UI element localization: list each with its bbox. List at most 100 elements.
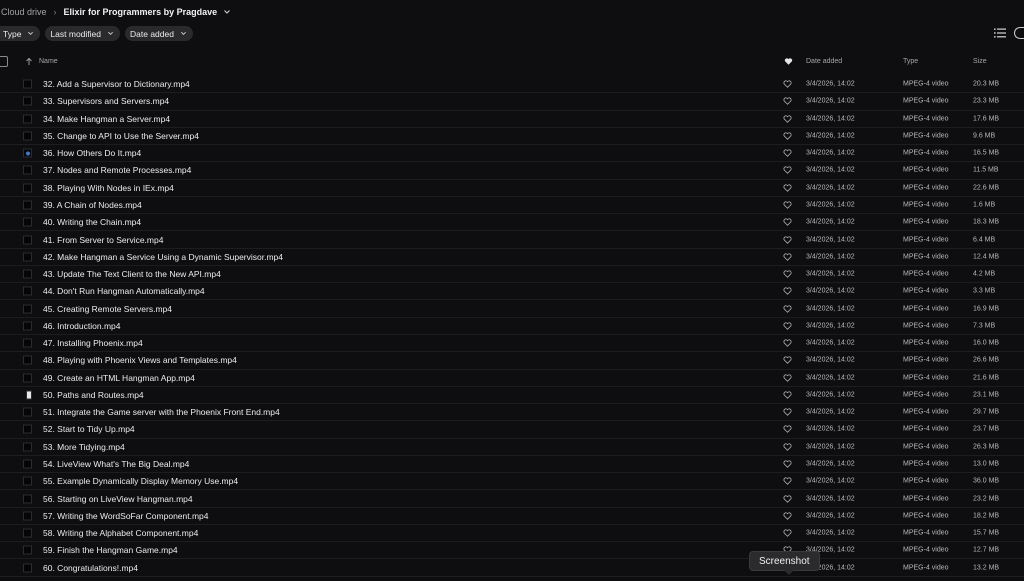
heart-outline-icon[interactable] [783,425,792,434]
table-row[interactable]: 50. Paths and Routes.mp4 3/4/2026, 14:02 M… [0,387,1024,405]
table-row[interactable]: 42. Make Hangman a Service Using a Dynam… [0,249,1024,266]
list-view-icon[interactable] [994,28,1006,38]
info-icon[interactable] [1014,27,1024,39]
heart-outline-icon[interactable] [783,356,792,365]
heart-outline-icon[interactable] [783,339,792,348]
heart-outline-icon[interactable] [783,408,792,417]
file-name[interactable]: 34. Make Hangman a Server.mp4 [43,114,170,124]
table-row[interactable]: 44. Don't Run Hangman Automatically.mp4 3… [0,283,1024,301]
heart-outline-icon[interactable] [783,131,792,140]
table-row[interactable]: 45. Creating Remote Servers.mp4 3/4/2026,… [0,300,1024,318]
heart-outline-icon[interactable] [783,390,792,399]
file-name[interactable]: 33. Supervisors and Servers.mp4 [43,96,169,106]
heart-outline-icon[interactable] [783,477,792,486]
table-row[interactable]: 35. Change to API to Use the Server.mp4 3… [0,128,1024,146]
table-row[interactable]: 58. Writing the Alphabet Component.mp4 3/… [0,525,1024,543]
file-name[interactable]: 57. Writing the WordSoFar Component.mp4 [43,511,209,521]
heart-outline-icon[interactable] [783,321,792,330]
heart-outline-icon[interactable] [783,80,792,89]
file-name[interactable]: 36. How Others Do It.mp4 [43,148,141,158]
table-row[interactable]: 51. Integrate the Game server with the P… [0,404,1024,422]
arrow-up-icon[interactable] [25,57,33,66]
heart-outline-icon[interactable] [783,511,792,520]
file-name[interactable]: 46. Introduction.mp4 [43,321,121,331]
table-row[interactable]: 56. Starting on LiveView Hangman.mp4 3/4/… [0,490,1024,508]
file-name[interactable]: 50. Paths and Routes.mp4 [43,390,144,400]
file-name[interactable]: 49. Create an HTML Hangman App.mp4 [43,373,195,383]
file-name[interactable]: 44. Don't Run Hangman Automatically.mp4 [43,286,205,296]
file-name[interactable]: 48. Playing with Phoenix Views and Templ… [43,355,237,365]
table-row[interactable]: 55. Example Dynamically Display Memory U… [0,473,1024,491]
table-row[interactable]: 36. How Others Do It.mp4 3/4/2026, 14:02 M… [0,145,1024,163]
heart-outline-icon[interactable] [783,200,792,209]
filter-type[interactable]: Type [0,26,41,41]
table-row[interactable]: 53. More Tidying.mp4 3/4/2026, 14:02 MPEG-… [0,439,1024,456]
heart-outline-icon[interactable] [783,529,792,538]
file-name[interactable]: 55. Example Dynamically Display Memory U… [43,476,238,486]
heart-outline-icon[interactable] [783,270,792,279]
heart-outline-icon[interactable] [783,183,792,192]
file-name[interactable]: 37. Nodes and Remote Processes.mp4 [43,165,191,175]
heart-outline-icon[interactable] [783,166,792,175]
chevron-down-icon[interactable] [223,8,231,16]
table-row[interactable]: 59. Finish the Hangman Game.mp4 3/4/2026,… [0,542,1024,560]
table-row[interactable]: 43. Update The Text Client to the New AP… [0,266,1024,284]
file-name[interactable]: 43. Update The Text Client to the New AP… [43,269,221,279]
file-name[interactable]: 35. Change to API to Use the Server.mp4 [43,131,199,141]
heart-outline-icon[interactable] [783,373,792,382]
table-row[interactable]: 41. From Server to Service.mp4 3/4/2026, … [0,231,1024,249]
file-name[interactable]: 56. Starting on LiveView Hangman.mp4 [43,494,193,504]
select-all-checkbox[interactable] [0,56,8,67]
table-row[interactable]: 34. Make Hangman a Server.mp4 3/4/2026, 1… [0,111,1024,128]
heart-outline-icon[interactable] [783,459,792,468]
breadcrumb-root[interactable]: Cloud drive [0,7,47,17]
table-row[interactable]: 39. A Chain of Nodes.mp4 3/4/2026, 14:02 M… [0,197,1024,215]
file-name[interactable]: 58. Writing the Alphabet Component.mp4 [43,528,198,538]
table-row[interactable]: 57. Writing the WordSoFar Component.mp4 3… [0,508,1024,525]
table-row[interactable]: 33. Supervisors and Servers.mp4 3/4/2026,… [0,93,1024,111]
filter-date-added[interactable]: Date added [125,26,193,41]
file-name[interactable]: 52. Start to Tidy Up.mp4 [43,424,135,434]
table-row[interactable]: 38. Playing With Nodes in IEx.mp4 3/4/202… [0,180,1024,197]
file-name[interactable]: 51. Integrate the Game server with the P… [43,407,280,417]
heart-outline-icon[interactable] [783,494,792,503]
file-name[interactable]: 53. More Tidying.mp4 [43,442,125,452]
file-name[interactable]: 60. Congratulations!.mp4 [43,563,138,573]
file-name[interactable]: 45. Creating Remote Servers.mp4 [43,304,172,314]
heart-filled-icon[interactable] [784,57,793,66]
file-name[interactable]: 32. Add a Supervisor to Dictionary.mp4 [43,79,190,89]
table-row[interactable]: 48. Playing with Phoenix Views and Templ… [0,352,1024,370]
heart-outline-icon[interactable] [783,304,792,313]
column-header-type[interactable]: Type [903,58,918,65]
column-header-date-added[interactable]: Date added [806,58,842,65]
heart-outline-icon[interactable] [783,442,792,451]
table-row[interactable]: 60. Congratulations!.mp4 3/4/2026, 14:02 M… [0,559,1024,577]
file-name[interactable]: 47. Installing Phoenix.mp4 [43,338,143,348]
breadcrumb-current-folder[interactable]: Elixir for Programmers by Pragdave [64,7,218,17]
heart-outline-icon[interactable] [783,287,792,296]
table-row[interactable]: 54. LiveView What's The Big Deal.mp4 3/4/… [0,456,1024,474]
file-name[interactable]: 59. Finish the Hangman Game.mp4 [43,545,178,555]
file-name[interactable]: 42. Make Hangman a Service Using a Dynam… [43,252,283,262]
table-row[interactable]: 52. Start to Tidy Up.mp4 3/4/2026, 14:02 M… [0,421,1024,439]
column-header-size[interactable]: Size [973,58,987,65]
column-header-name[interactable]: Name [39,58,58,65]
table-row[interactable]: 32. Add a Supervisor to Dictionary.mp4 3/… [0,76,1024,94]
file-name[interactable]: 54. LiveView What's The Big Deal.mp4 [43,459,189,469]
file-name[interactable]: 38. Playing With Nodes in IEx.mp4 [43,183,174,193]
heart-outline-icon[interactable] [783,218,792,227]
heart-outline-icon[interactable] [783,235,792,244]
heart-outline-icon[interactable] [783,114,792,123]
table-row[interactable]: 49. Create an HTML Hangman App.mp4 3/4/20… [0,370,1024,387]
heart-outline-icon[interactable] [783,97,792,106]
table-row[interactable]: 46. Introduction.mp4 3/4/2026, 14:02 MPEG-… [0,318,1024,335]
file-name[interactable]: 40. Writing the Chain.mp4 [43,217,141,227]
table-row[interactable]: 47. Installing Phoenix.mp4 3/4/2026, 14:0… [0,335,1024,353]
table-row[interactable]: 37. Nodes and Remote Processes.mp4 3/4/20… [0,162,1024,180]
table-row[interactable]: 40. Writing the Chain.mp4 3/4/2026, 14:02… [0,214,1024,232]
heart-outline-icon[interactable] [783,149,792,158]
file-name[interactable]: 39. A Chain of Nodes.mp4 [43,200,142,210]
filter-last-modified[interactable]: Last modified [45,26,120,41]
heart-outline-icon[interactable] [783,252,792,261]
file-name[interactable]: 41. From Server to Service.mp4 [43,235,163,245]
